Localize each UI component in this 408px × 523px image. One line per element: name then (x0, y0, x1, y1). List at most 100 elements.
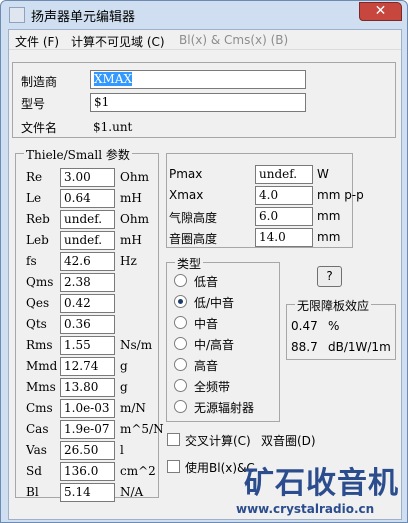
ts-name-vas: Vas (26, 443, 47, 457)
type-option-label-2: 中音 (194, 317, 219, 331)
ts-field-mmd[interactable]: 12.74 (60, 357, 115, 376)
type-radio-3[interactable] (174, 337, 187, 350)
use-bl-checkbox[interactable] (167, 460, 180, 473)
app-icon (9, 7, 25, 23)
ts-unit-rms: Ns/m (120, 338, 153, 352)
ts-name-le: Le (26, 191, 42, 205)
watermark: 矿石收音机 www.crystalradio.cn (234, 458, 404, 522)
ts-unit-le: mH (120, 191, 142, 205)
dual-coil-label[interactable]: 双音圈(D) (261, 432, 316, 449)
baffle-spl-unit: dB/1W/1m (328, 340, 391, 354)
type-radio-4[interactable] (174, 358, 187, 371)
ts-field-cms[interactable]: 1.0e-03 (60, 399, 115, 418)
type-radio-2[interactable] (174, 316, 187, 329)
help-button[interactable]: ? (317, 266, 342, 287)
ts-unit-sd: cm^2 (120, 464, 156, 478)
ts-field-sd[interactable]: 136.0 (60, 462, 115, 481)
ts-unit-leb: mH (120, 233, 142, 247)
ts-unit-reb: Ohm (120, 212, 149, 226)
type-radio-5[interactable] (174, 379, 187, 392)
mech-unit-0: W (317, 167, 329, 181)
watermark-logo: 矿石收音机 (244, 466, 399, 501)
ts-name-cms: Cms (26, 401, 53, 415)
type-radio-6[interactable] (174, 400, 187, 413)
ts-field-qes[interactable]: 0.42 (60, 294, 115, 313)
mech-field-2[interactable]: 6.0 (255, 207, 313, 226)
type-option-label-0: 低音 (194, 275, 219, 289)
filename-label: 文件名 (21, 121, 58, 135)
client-area: 文件 (F) 计算不可见域 (C) Bl(x) & Cms(x) (B) 制造商… (8, 29, 402, 520)
mech-unit-1: mm p-p (317, 188, 364, 202)
watermark-url: www.crystalradio.cn (236, 502, 375, 516)
mech-field-1[interactable]: 4.0 (255, 186, 313, 205)
ts-unit-mmd: g (120, 359, 128, 373)
ts-name-rms: Rms (26, 338, 53, 352)
ts-field-rms[interactable]: 1.55 (60, 336, 115, 355)
menu-bl-cms[interactable]: Bl(x) & Cms(x) (B) (179, 33, 288, 47)
mech-name-1: Xmax (169, 188, 204, 202)
ts-name-sd: Sd (26, 464, 42, 478)
model-field[interactable]: $1 (90, 93, 306, 112)
close-button[interactable]: ✕ (359, 2, 402, 21)
type-radio-1[interactable] (174, 295, 187, 308)
ts-unit-re: Ohm (120, 170, 149, 184)
ts-name-mms: Mms (26, 380, 56, 394)
mech-field-3[interactable]: 14.0 (255, 228, 313, 247)
ts-field-cas[interactable]: 1.9e-07 (60, 420, 115, 439)
ts-field-qts[interactable]: 0.36 (60, 315, 115, 334)
maker-label: 制造商 (21, 75, 58, 89)
title-bar: 扬声器单元编辑器 ✕ (1, 1, 407, 28)
maker-field[interactable]: XMAX (90, 70, 306, 89)
mech-name-2: 气隙高度 (169, 211, 218, 225)
ts-unit-fs: Hz (120, 254, 137, 268)
ts-field-leb[interactable]: undef. (60, 231, 115, 250)
editor-window: 扬声器单元编辑器 ✕ 文件 (F) 计算不可见域 (C) Bl(x) & Cms… (0, 0, 408, 523)
baffle-group: 无限障板效应 0.47 % 88.7 dB/1W/1m (286, 297, 396, 360)
ts-name-bl: Bl (26, 485, 39, 499)
ts-name-re: Re (26, 170, 43, 184)
baffle-title: 无限障板效应 (295, 297, 372, 314)
ts-params-group: Thiele/Small 参数 Re 3.00 Ohm Le 0.64 mH Reb unde… (15, 146, 164, 502)
mech-unit-2: mm (317, 209, 341, 223)
type-option-label-3: 中/高音 (194, 338, 235, 352)
mech-unit-3: mm (317, 230, 341, 244)
ts-unit-bl: N/A (120, 485, 144, 499)
menu-file[interactable]: 文件 (F) (15, 33, 59, 50)
mech-name-0: Pmax (169, 167, 203, 181)
ts-unit-mms: g (120, 380, 128, 394)
ts-field-re[interactable]: 3.00 (60, 168, 115, 187)
ts-field-fs[interactable]: 42.6 (60, 252, 115, 271)
ts-unit-vas: l (120, 443, 124, 457)
ts-field-qms[interactable]: 2.38 (60, 273, 115, 292)
ts-name-mmd: Mmd (26, 359, 58, 373)
type-title: 类型 (175, 255, 204, 272)
mech-field-0[interactable]: undef. (255, 165, 313, 184)
model-label: 型号 (21, 97, 46, 111)
ts-unit-cms: m/N (120, 401, 146, 415)
type-radio-0[interactable] (174, 274, 187, 287)
window-title: 扬声器单元编辑器 (31, 10, 136, 25)
baffle-percent-value: 0.47 (291, 319, 318, 333)
ts-field-bl[interactable]: 5.14 (60, 483, 115, 502)
ts-name-fs: fs (26, 254, 37, 268)
ts-name-qms: Qms (26, 275, 54, 289)
mech-name-3: 音圈高度 (169, 232, 218, 246)
menu-calc-invisible[interactable]: 计算不可见域 (C) (71, 33, 165, 50)
ts-name-qes: Qes (26, 296, 50, 310)
type-option-label-6: 无源辐射器 (194, 401, 255, 415)
ts-field-vas[interactable]: 26.50 (60, 441, 115, 460)
type-option-label-4: 高音 (194, 359, 219, 373)
type-option-label-1: 低/中音 (194, 296, 235, 310)
filename-value: $1.unt (93, 120, 133, 134)
type-group: 类型 低音低/中音中音中/高音高音全频带无源辐射器 (166, 255, 280, 422)
cross-calc-checkbox[interactable] (167, 433, 180, 446)
header-group: 制造商 XMAX 型号 $1 文件名 $1.unt (12, 62, 396, 138)
ts-field-le[interactable]: 0.64 (60, 189, 115, 208)
ts-field-reb[interactable]: undef. (60, 210, 115, 229)
type-option-label-5: 全频带 (194, 380, 231, 394)
cross-calc-label: 交叉计算(C) (185, 434, 251, 448)
ts-params-title: Thiele/Small 参数 (24, 146, 132, 163)
ts-name-leb: Leb (26, 233, 49, 247)
ts-name-qts: Qts (26, 317, 47, 331)
ts-field-mms[interactable]: 13.80 (60, 378, 115, 397)
